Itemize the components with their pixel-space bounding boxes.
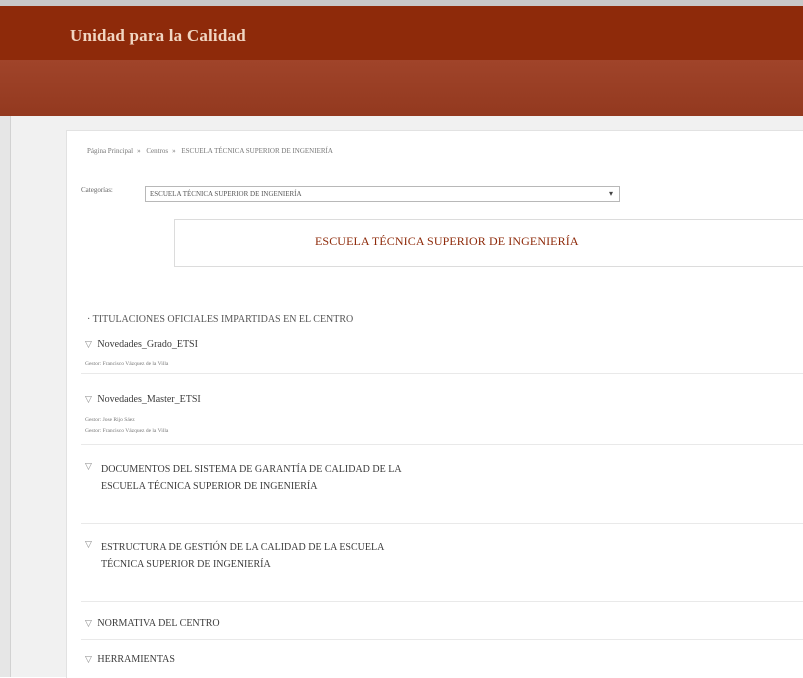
- category-select-value: ESCUELA TÉCNICA SUPERIOR DE INGENIERÍA: [150, 190, 302, 198]
- divider: [81, 373, 803, 374]
- section-heading[interactable]: · TITULACIONES OFICIALES IMPARTIDAS EN E…: [87, 314, 353, 325]
- list-item-label[interactable]: DOCUMENTOS DEL SISTEMA DE GARANTÍA DE CA…: [101, 461, 421, 495]
- triangle-down-icon: ▽: [85, 339, 92, 349]
- bullet-icon: ·: [87, 314, 91, 325]
- breadcrumb: Página Principal » Centros » ESCUELA TÉCNI…: [87, 147, 337, 155]
- breadcrumb-separator: »: [172, 147, 176, 155]
- app-frame: Unidad para la Calidad Página Principal »…: [0, 0, 803, 678]
- divider: [81, 639, 803, 640]
- category-label: Categorías:: [81, 186, 113, 194]
- site-title[interactable]: Unidad para la Calidad: [70, 26, 246, 46]
- triangle-down-icon: ▽: [85, 539, 92, 549]
- breadcrumb-item-current: ESCUELA TÉCNICA SUPERIOR DE INGENIERÍA: [181, 147, 333, 155]
- category-title-box: ESCUELA TÉCNICA SUPERIOR DE INGENIERÍA: [174, 219, 803, 267]
- breadcrumb-item-home[interactable]: Página Principal: [87, 147, 133, 155]
- triangle-down-icon: ▽: [85, 618, 92, 628]
- list-item-label[interactable]: Novedades_Grado_ETSI: [97, 339, 198, 350]
- list-item[interactable]: ▽ NORMATIVA DEL CENTRO: [85, 618, 220, 629]
- list-item[interactable]: ▽ Novedades_Master_ETSI: [85, 394, 201, 405]
- item-manager: Gestor: Jose Rijo Sáez: [85, 417, 135, 423]
- triangle-down-icon: ▽: [85, 654, 92, 664]
- list-item[interactable]: ▽: [85, 461, 95, 472]
- list-item-label[interactable]: NORMATIVA DEL CENTRO: [97, 618, 219, 629]
- item-manager: Gestor: Francisco Vázquez de la Villa: [85, 428, 169, 434]
- list-item[interactable]: ▽ Novedades_Grado_ETSI: [85, 339, 198, 350]
- list-item-label[interactable]: Novedades_Master_ETSI: [97, 394, 200, 405]
- category-select[interactable]: ESCUELA TÉCNICA SUPERIOR DE INGENIERÍA ▾: [145, 186, 620, 202]
- caret-down-icon: ▾: [608, 189, 613, 198]
- category-title: ESCUELA TÉCNICA SUPERIOR DE INGENIERÍA: [315, 234, 579, 248]
- list-item[interactable]: ▽: [85, 539, 95, 550]
- header-bar: Unidad para la Calidad: [0, 0, 803, 60]
- list-item-label[interactable]: HERRAMIENTAS: [97, 654, 175, 665]
- triangle-down-icon: ▽: [85, 461, 92, 471]
- main-content: Página Principal » Centros » ESCUELA TÉCNI…: [66, 130, 803, 678]
- item-manager: Gestor: Francisco Vázquez de la Villa: [85, 361, 169, 367]
- breadcrumb-separator: »: [137, 147, 141, 155]
- section-heading-text: TITULACIONES OFICIALES IMPARTIDAS EN EL …: [92, 314, 354, 325]
- breadcrumb-item-centros[interactable]: Centros: [146, 147, 168, 155]
- divider: [81, 601, 803, 602]
- triangle-down-icon: ▽: [85, 394, 92, 404]
- navigation-bar: [0, 60, 803, 116]
- list-item-label[interactable]: ESTRUCTURA DE GESTIÓN DE LA CALIDAD DE L…: [101, 539, 421, 573]
- list-item[interactable]: ▽ HERRAMIENTAS: [85, 654, 175, 665]
- left-margin: [0, 116, 11, 677]
- divider: [81, 444, 803, 445]
- divider: [81, 523, 803, 524]
